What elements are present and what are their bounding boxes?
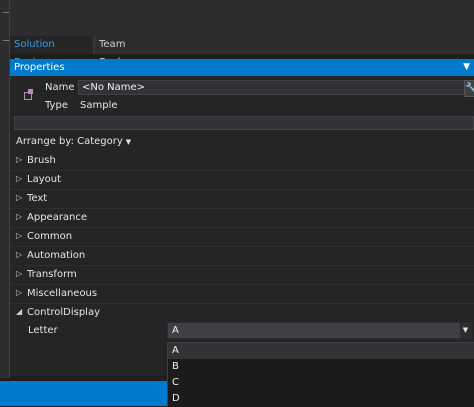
- tab-team-explorer[interactable]: Team Explorer: [94, 36, 174, 68]
- category-label: Common: [27, 231, 73, 242]
- category-row-miscellaneous[interactable]: ▷ Miscellaneous: [10, 285, 474, 304]
- arrange-by-label: Arrange by: Category: [16, 136, 123, 147]
- expander-collapsed-icon[interactable]: ▷: [16, 231, 22, 240]
- tab-solution-explorer[interactable]: Solution Explorer: [10, 36, 92, 68]
- category-label: Transform: [27, 269, 77, 280]
- type-label: Type: [45, 100, 68, 111]
- category-label: Miscellaneous: [27, 288, 98, 299]
- category-label: Brush: [27, 155, 56, 166]
- chevron-down-icon[interactable]: ▼: [460, 323, 471, 338]
- element-icon: [24, 89, 34, 100]
- expander-collapsed-icon[interactable]: ▷: [16, 193, 22, 202]
- dropdown-option-b[interactable]: B: [168, 359, 474, 375]
- category-row-common[interactable]: ▷ Common: [10, 228, 474, 247]
- properties-title: Properties: [14, 62, 65, 73]
- category-row-layout[interactable]: ▷ Layout: [10, 171, 474, 190]
- dropdown-option-c[interactable]: C: [168, 375, 474, 391]
- letter-select-value: A: [172, 325, 179, 336]
- letter-property-row: Letter A ▼: [10, 321, 474, 341]
- tool-window-tabs: Solution Explorer Team Explorer: [10, 36, 474, 68]
- letter-select[interactable]: A ▼: [167, 322, 472, 339]
- letter-label: Letter: [28, 325, 58, 336]
- dropdown-option-a[interactable]: A: [168, 343, 474, 359]
- category-row-transform[interactable]: ▷ Transform: [10, 266, 474, 285]
- left-edge-tick: [3, 40, 9, 41]
- wrench-icon[interactable]: 🔧: [464, 80, 474, 97]
- letter-dropdown-list: A B C D: [167, 342, 474, 407]
- category-row-text[interactable]: ▷ Text: [10, 190, 474, 209]
- header-menu-icon[interactable]: ▼: [463, 59, 470, 76]
- category-row-automation[interactable]: ▷ Automation: [10, 247, 474, 266]
- name-label: Name: [45, 82, 75, 93]
- top-area: [10, 0, 474, 36]
- category-row-brush[interactable]: ▷ Brush: [10, 152, 474, 171]
- properties-header: Properties ▼: [10, 59, 474, 76]
- category-label: Layout: [27, 174, 61, 185]
- expander-collapsed-icon[interactable]: ▷: [16, 269, 22, 278]
- properties-search-input[interactable]: [14, 116, 474, 130]
- chevron-down-icon: ▼: [125, 138, 132, 146]
- category-row-appearance[interactable]: ▷ Appearance: [10, 209, 474, 228]
- category-row-controldisplay[interactable]: ◢ ControlDisplay: [10, 304, 474, 322]
- category-label: Text: [27, 193, 48, 204]
- type-value: Sample: [80, 100, 118, 111]
- expander-expanded-icon[interactable]: ◢: [16, 307, 22, 316]
- dropdown-option-d[interactable]: D: [168, 391, 474, 407]
- expander-collapsed-icon[interactable]: ▷: [16, 155, 22, 164]
- expander-collapsed-icon[interactable]: ▷: [16, 250, 22, 259]
- left-edge-tick: [3, 12, 9, 13]
- properties-panel: Name 🔧 Type Sample Arrange by: Category▼…: [10, 76, 474, 376]
- expander-collapsed-icon[interactable]: ▷: [16, 212, 22, 221]
- arrange-by-dropdown[interactable]: Arrange by: Category ▼: [16, 136, 131, 147]
- expander-collapsed-icon[interactable]: ▷: [16, 174, 22, 183]
- expander-collapsed-icon[interactable]: ▷: [16, 288, 22, 297]
- category-label: Automation: [27, 250, 86, 261]
- category-label: ControlDisplay: [27, 307, 101, 318]
- name-input[interactable]: [78, 80, 466, 95]
- category-label: Appearance: [27, 212, 88, 223]
- left-panel-edge: [0, 0, 10, 378]
